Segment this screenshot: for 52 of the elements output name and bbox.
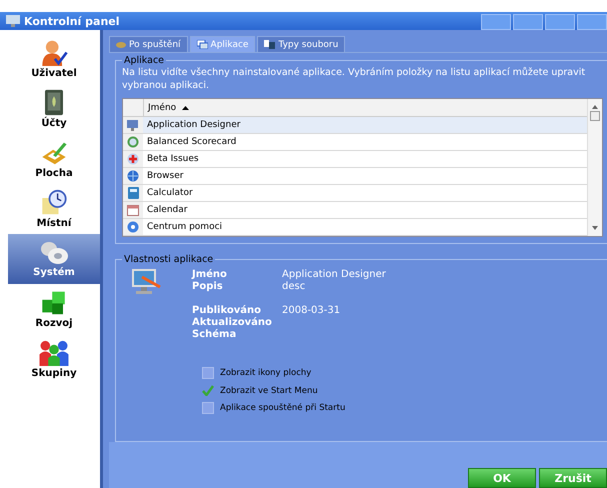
maximize-button[interactable] [545, 14, 575, 30]
minimize-button[interactable] [513, 14, 543, 30]
close-button[interactable] [577, 14, 607, 30]
field-value: desc [282, 281, 306, 293]
tab[interactable]: Po spuštění [109, 36, 188, 52]
scrollbar[interactable] [587, 99, 602, 236]
list-row[interactable]: Calculator [123, 185, 587, 202]
list-row[interactable]: Centrum pomoci [123, 219, 587, 236]
calculator-icon [128, 187, 138, 199]
monitor-icon [127, 119, 139, 131]
scroll-down-icon [592, 226, 598, 230]
list-row[interactable]: Balanced Scorecard [123, 134, 587, 151]
checkbox[interactable] [202, 402, 214, 414]
monitor-pencil-icon [132, 269, 162, 297]
field-label: Aktualizováno [192, 317, 273, 329]
sidebar-item[interactable]: Místní [8, 184, 100, 234]
sidebar-item[interactable]: Systém [8, 234, 100, 284]
group-title: Aplikace [123, 55, 166, 66]
checkbox-option[interactable]: Zobrazit ve Start Menu [202, 385, 607, 396]
tab[interactable]: Typy souboru [257, 36, 346, 52]
sidebar-item[interactable]: Účty [8, 84, 100, 134]
plus-icon [127, 153, 139, 165]
checkbox[interactable] [202, 367, 214, 379]
monitor-icon [6, 15, 20, 27]
sidebar-item[interactable]: Uživatel [8, 34, 100, 84]
sidebar-item[interactable]: Plocha [8, 134, 100, 184]
book-icon [42, 89, 66, 116]
list-row[interactable]: Calendar [123, 202, 587, 219]
window-title: Kontrolní panel [24, 14, 120, 28]
list-row[interactable]: Browser [123, 168, 587, 185]
field-value: 2008-03-31 [282, 305, 342, 317]
field-label: Schéma [192, 329, 238, 341]
sidebar-item[interactable]: Skupiny [8, 334, 100, 384]
group-title: Vlastnosti aplikace [123, 254, 214, 265]
sidebar-item[interactable]: Rozvoj [8, 284, 100, 334]
list-row[interactable]: Beta Issues [123, 151, 587, 168]
list-row[interactable]: Application Designer [123, 117, 587, 134]
back-button[interactable] [481, 14, 511, 30]
file-types-icon [264, 40, 276, 49]
field-label: Jméno [192, 269, 228, 281]
scroll-up-icon [592, 105, 598, 109]
people-icon [38, 339, 70, 366]
calendar-icon [127, 204, 139, 216]
field-value: Application Designer [282, 269, 386, 281]
scroll-thumb-icon [590, 111, 600, 121]
globe-icon [127, 170, 139, 182]
windows-icon [196, 40, 208, 49]
field-label: Publikováno [192, 305, 262, 317]
description-text: Na listu vidíte všechny nainstalované aplikace. Vybráním položky na listu aplikací můžete upravit vybranou aplikaci. [122, 66, 586, 92]
field-label: Popis [192, 281, 224, 293]
checkbox-option[interactable]: Aplikace spouštěné při Startu [202, 402, 607, 414]
checkbox-option[interactable]: Zobrazit ikony plochy [202, 367, 607, 379]
